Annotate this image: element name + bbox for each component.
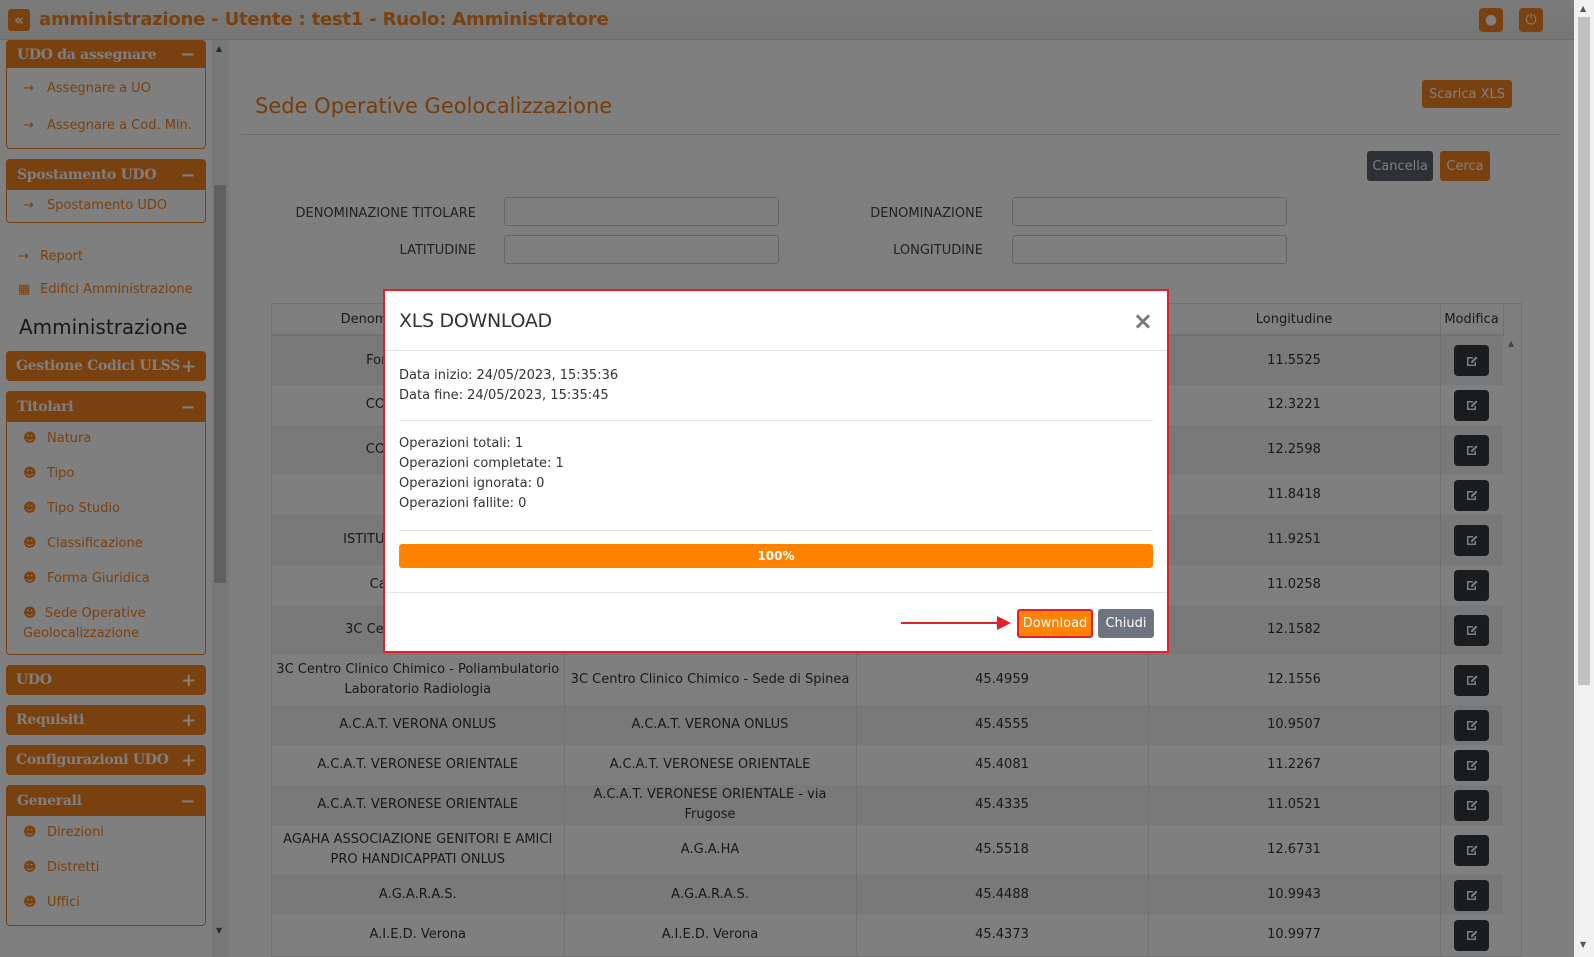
failed-operations: Operazioni fallite: 0 bbox=[399, 496, 527, 511]
progress-bar-track: 100% bbox=[399, 544, 1153, 568]
annotation-arrow-line bbox=[901, 622, 999, 624]
divider bbox=[399, 530, 1153, 531]
scroll-up-icon[interactable]: ▲ bbox=[1580, 4, 1586, 13]
progress-bar-fill: 100% bbox=[399, 544, 1153, 568]
download-button[interactable]: Download bbox=[1017, 609, 1093, 638]
close-icon[interactable]: × bbox=[1133, 309, 1153, 333]
ignored-operations: Operazioni ignorata: 0 bbox=[399, 476, 545, 491]
modal-body: Data inizio: 24/05/2023, 15:35:36 Data f… bbox=[385, 351, 1167, 568]
scroll-down-icon[interactable]: ▼ bbox=[1580, 940, 1586, 949]
end-date: Data fine: 24/05/2023, 15:35:45 bbox=[399, 388, 609, 403]
modal-footer: Download Chiudi bbox=[385, 592, 1167, 653]
start-date: Data inizio: 24/05/2023, 15:35:36 bbox=[399, 368, 619, 383]
completed-operations: Operazioni completate: 1 bbox=[399, 456, 564, 471]
annotation-arrow-head bbox=[997, 616, 1011, 630]
progress-label: 100% bbox=[757, 549, 795, 563]
page-scrollbar[interactable]: ▲ ▼ bbox=[1574, 0, 1594, 957]
total-operations: Operazioni totali: 1 bbox=[399, 436, 524, 451]
close-button[interactable]: Chiudi bbox=[1098, 609, 1154, 638]
modal-header: XLS DOWNLOAD × bbox=[385, 291, 1167, 351]
divider bbox=[399, 420, 1153, 421]
xls-download-modal: XLS DOWNLOAD × Data inizio: 24/05/2023, … bbox=[383, 289, 1169, 653]
page-scroll-thumb[interactable] bbox=[1578, 17, 1590, 685]
modal-title: XLS DOWNLOAD bbox=[399, 309, 552, 332]
